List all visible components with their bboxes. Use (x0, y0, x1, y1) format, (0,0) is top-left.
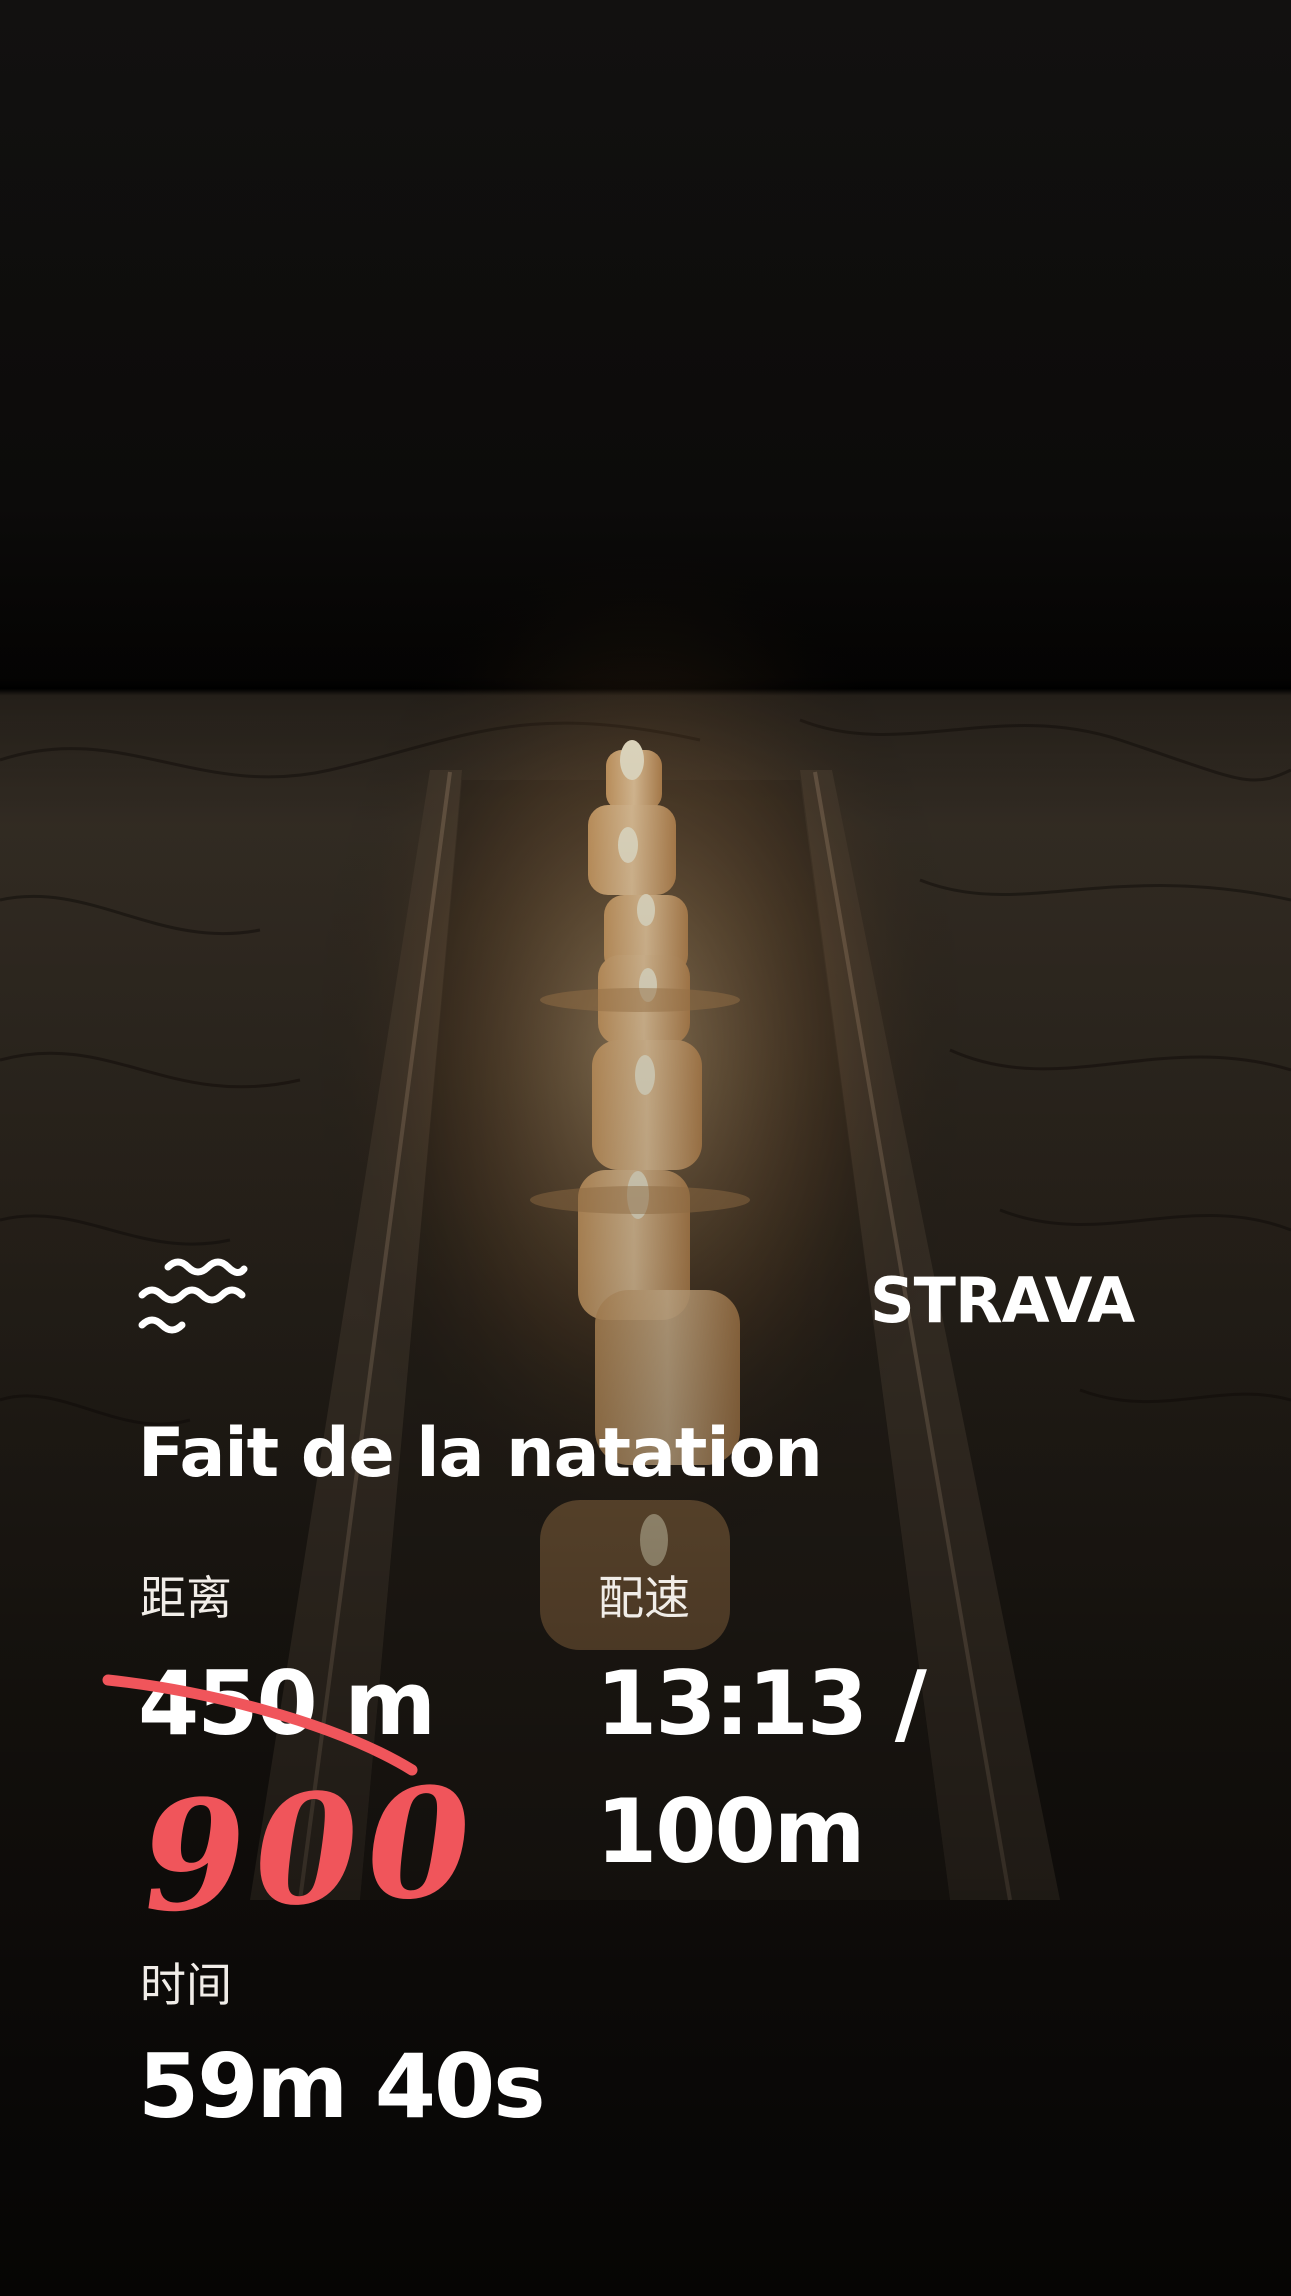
swim-waves-icon (138, 1258, 248, 1334)
handwritten-correction: 900 (137, 1753, 484, 1947)
distance-label: 距离 (140, 1571, 232, 1625)
background-photo (0, 0, 1291, 2296)
activity-share-card: STRAVA Fait de la natation 距离 配速 450 m 1… (0, 0, 1291, 2296)
pace-value: 13:13 / 100m (596, 1652, 927, 1883)
strava-logo: STRAVA (870, 1264, 1135, 1337)
time-label: 时间 (140, 1958, 232, 2012)
distance-value: 450 m (138, 1652, 436, 1755)
pace-label: 配速 (598, 1571, 690, 1625)
time-value: 59m 40s (138, 2035, 546, 2138)
activity-title: Fait de la natation (138, 1414, 823, 1493)
